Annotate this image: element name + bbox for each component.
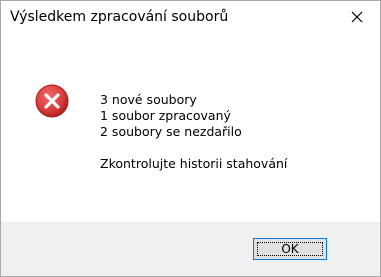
title-bar[interactable]: Výsledkem zpracování souborů	[1, 1, 380, 33]
dialog-title: Výsledkem zpracování souborů	[10, 9, 229, 25]
error-icon	[35, 84, 69, 118]
message-line: 3 nové soubory	[100, 92, 197, 107]
button-bar: OK	[1, 222, 380, 276]
ok-button[interactable]: OK	[253, 238, 327, 260]
message-instruction: Zkontrolujte historii stahování	[100, 156, 288, 171]
message-spacer	[100, 140, 287, 156]
ok-button-label: OK	[281, 242, 299, 256]
close-icon	[351, 11, 363, 23]
message-line: 1 soubor zpracovaný	[100, 108, 231, 123]
dialog-content: 3 nové soubory 1 soubor zpracovaný 2 sou…	[1, 33, 380, 222]
message-text: 3 nové soubory 1 soubor zpracovaný 2 sou…	[100, 92, 287, 172]
close-button[interactable]	[334, 1, 380, 33]
message-line: 2 soubory se nezdařilo	[100, 124, 242, 139]
message-dialog: Výsledkem zpracování souborů 3 nové soub…	[0, 0, 381, 277]
